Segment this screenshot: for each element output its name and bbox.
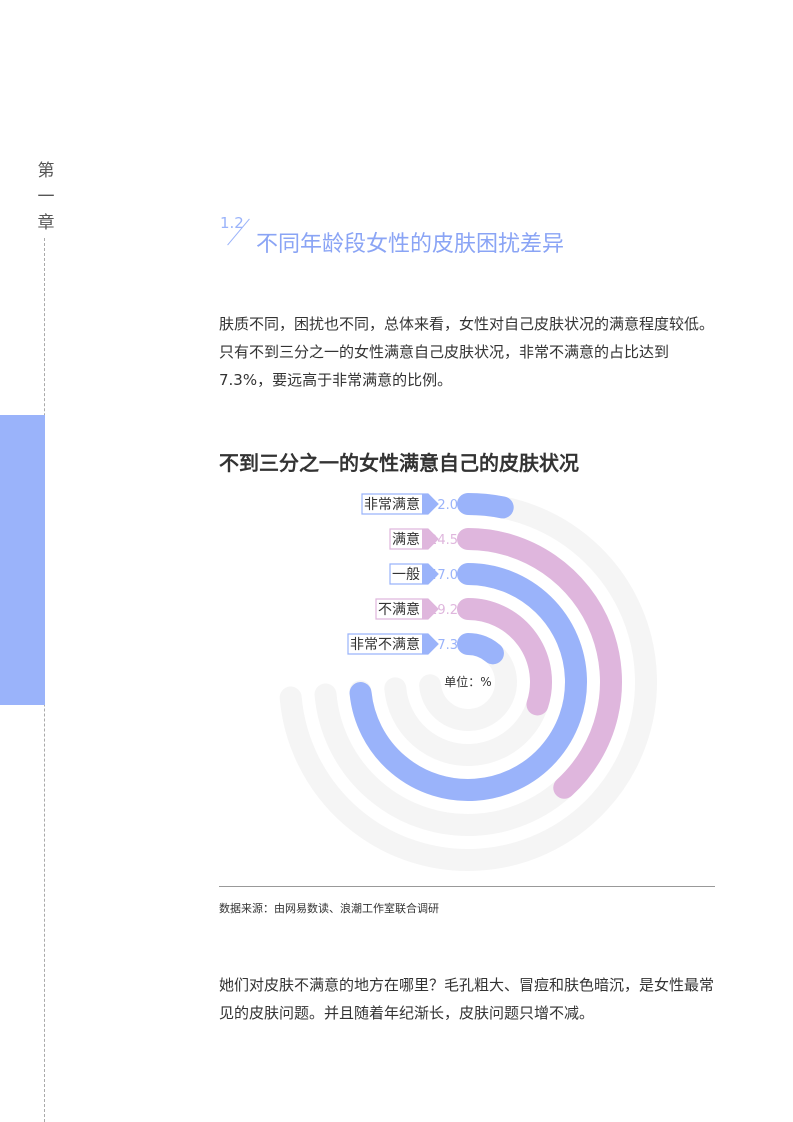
category-tag-arrow [422,494,438,514]
value-label: 2.0 [437,498,458,513]
chart-bar [457,633,504,665]
category-tag-arrow [422,634,438,654]
category-label: 非常满意 [364,496,420,513]
value-label: 7.3 [437,638,458,653]
radial-bar-chart: 2.0非常满意24.5满意47.0一般19.2不满意7.3非常不满意单位：% [279,493,657,871]
category-label: 不满意 [378,601,420,618]
source-rule [219,886,715,887]
category-label: 一般 [392,567,420,583]
page: 第 一 章 1.2 不同年龄段女性的皮肤困扰差异 肤质不同，困扰也不同，总体来看… [0,0,793,1122]
category-label: 非常不满意 [350,636,420,653]
data-source: 数据来源：由网易数读、浪潮工作室联合调研 [219,902,439,915]
category-label: 满意 [392,531,420,548]
outro-paragraph: 她们对皮肤不满意的地方在哪里？毛孔粗大、冒痘和肤色暗沉，是女性最常见的皮肤问题。… [219,976,715,1022]
chart-bar [457,493,514,519]
unit-label: 单位：% [444,674,491,689]
